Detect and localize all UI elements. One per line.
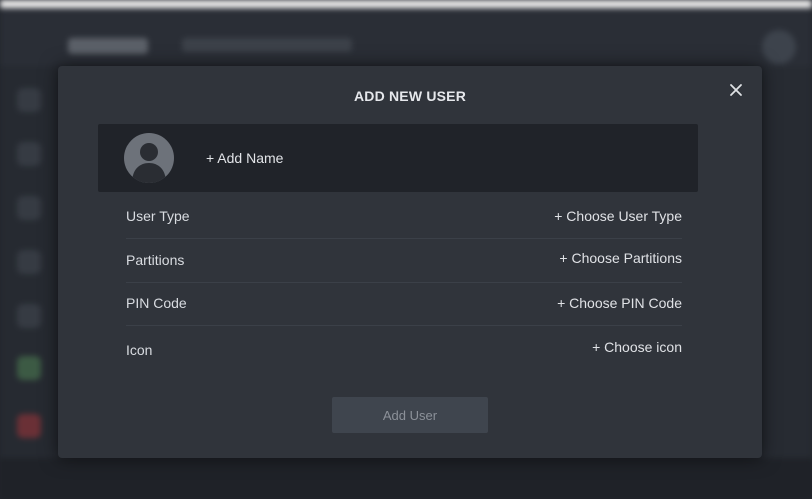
sidebar-icon <box>17 304 41 328</box>
sidebar-icon <box>17 88 41 112</box>
system-status-bar <box>0 0 812 8</box>
field-label: PIN Code <box>126 295 187 311</box>
add-user-button[interactable]: Add User <box>332 397 488 433</box>
name-row: + Add Name <box>98 124 698 192</box>
sidebar-icon <box>17 250 41 274</box>
breadcrumb <box>182 38 352 52</box>
sidebar-icon <box>17 196 41 220</box>
footer-bar <box>0 458 812 499</box>
header-avatar <box>762 30 796 64</box>
close-icon <box>730 84 742 96</box>
choose-icon-button[interactable]: + Choose icon <box>592 339 682 355</box>
app-logo <box>68 38 148 54</box>
field-row-partitions: Partitions + Choose Partitions <box>126 240 682 283</box>
choose-pin-code-button[interactable]: + Choose PIN Code <box>557 295 682 311</box>
sidebar-icon <box>17 414 41 438</box>
field-label: Partitions <box>126 252 185 268</box>
field-row-user-type: User Type + Choose User Type <box>126 196 682 239</box>
field-label: User Type <box>126 208 190 224</box>
sidebar <box>0 66 58 499</box>
field-row-pin-code: PIN Code + Choose PIN Code <box>126 283 682 326</box>
field-label: Icon <box>126 342 153 358</box>
modal-title: ADD NEW USER <box>353 88 467 104</box>
add-name-button[interactable]: + Add Name <box>206 150 283 166</box>
avatar-silhouette <box>132 143 166 183</box>
close-button[interactable] <box>724 78 748 102</box>
user-avatar-icon[interactable] <box>124 133 174 183</box>
sidebar-icon <box>17 142 41 166</box>
field-row-icon: Icon + Choose icon <box>126 327 682 369</box>
add-user-modal: ADD NEW USER + Add Name User Type + Choo… <box>58 66 762 458</box>
sidebar-icon <box>17 356 41 380</box>
app-header <box>0 8 812 66</box>
choose-partitions-button[interactable]: + Choose Partitions <box>559 250 682 266</box>
choose-user-type-button[interactable]: + Choose User Type <box>554 208 682 224</box>
right-panel <box>762 66 812 499</box>
